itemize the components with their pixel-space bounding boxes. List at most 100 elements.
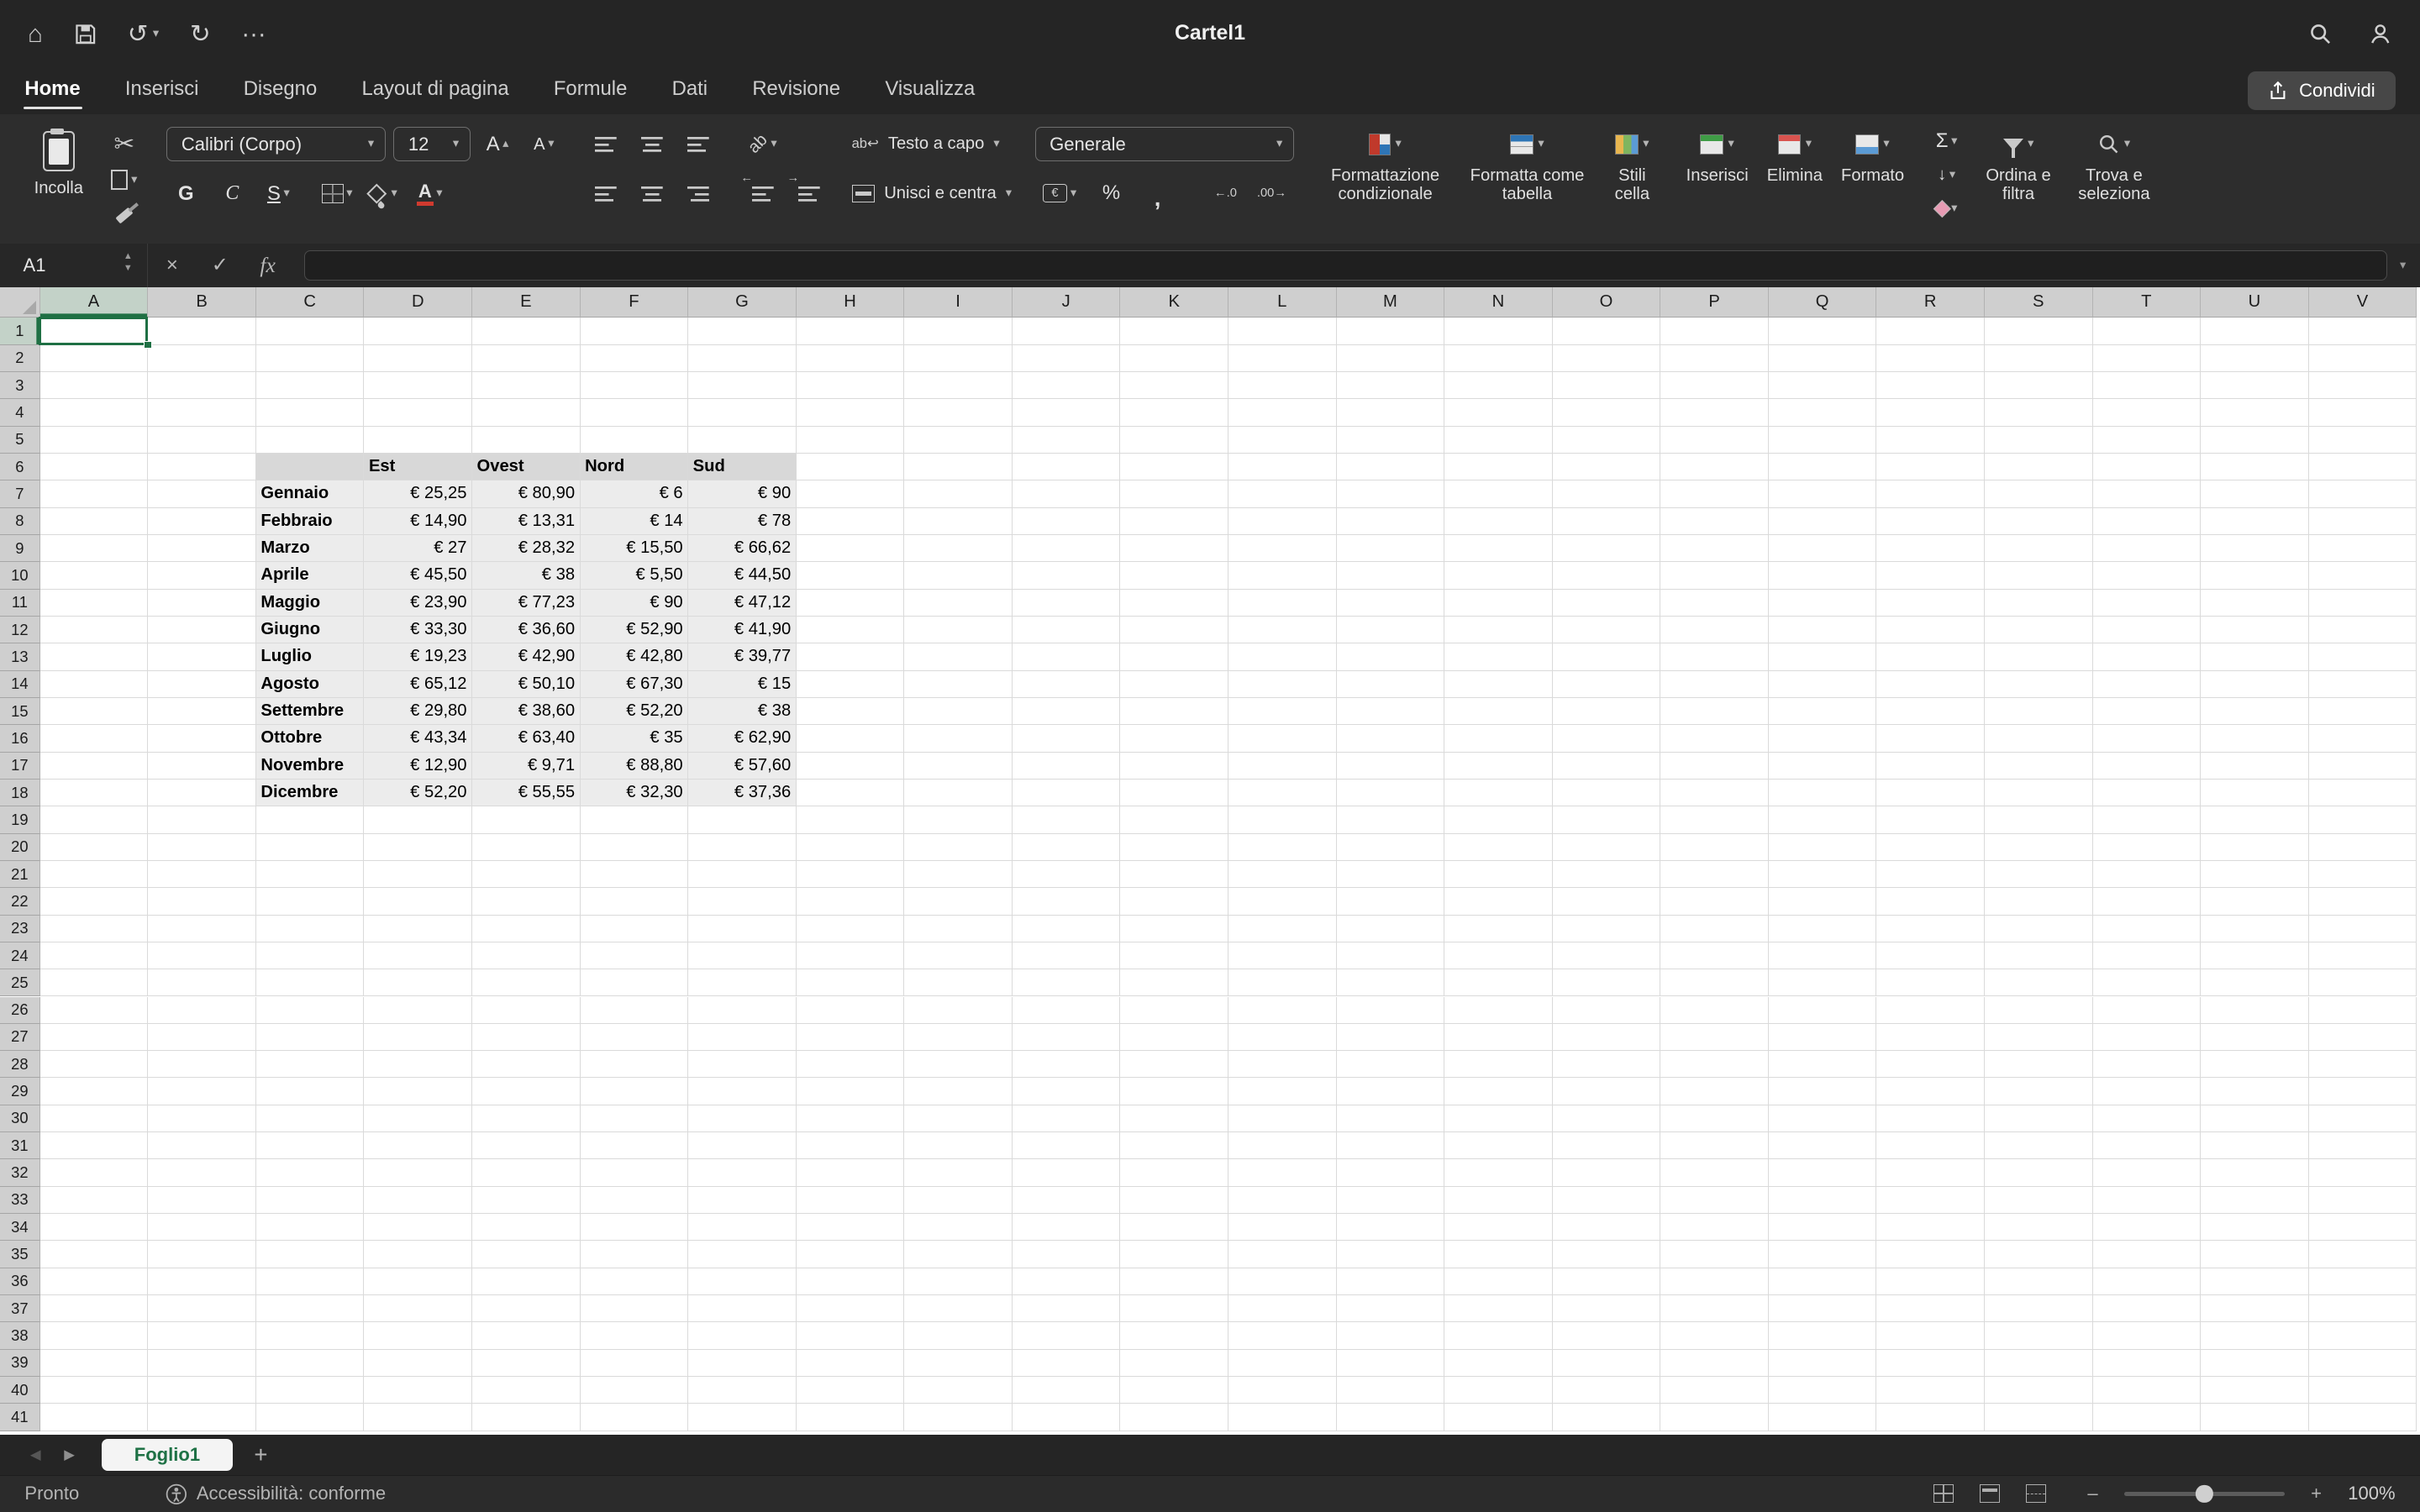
cell-F34[interactable] (581, 1214, 689, 1241)
row-header-39[interactable]: 39 (0, 1350, 40, 1377)
cell-L31[interactable] (1228, 1132, 1337, 1159)
cell-H25[interactable] (797, 969, 905, 996)
cell-P22[interactable] (1660, 888, 1769, 915)
copy-button[interactable]: ▾ (105, 164, 144, 197)
cell-M3[interactable] (1337, 372, 1445, 399)
cell-I11[interactable] (904, 590, 1013, 617)
row-header-22[interactable]: 22 (0, 888, 40, 915)
cell-K17[interactable] (1120, 753, 1228, 780)
cell-O14[interactable] (1553, 671, 1661, 698)
cell-D25[interactable] (364, 969, 472, 996)
cell-L35[interactable] (1228, 1241, 1337, 1268)
cell-G22[interactable] (688, 888, 797, 915)
cell-A25[interactable] (40, 969, 149, 996)
cell-N25[interactable] (1444, 969, 1553, 996)
cell-R17[interactable] (1876, 753, 1985, 780)
cell-G34[interactable] (688, 1214, 797, 1241)
cell-R37[interactable] (1876, 1295, 1985, 1322)
cell-R31[interactable] (1876, 1132, 1985, 1159)
cell-Q10[interactable] (1769, 562, 1877, 589)
tab-home[interactable]: Home (24, 68, 80, 114)
cell-M34[interactable] (1337, 1214, 1445, 1241)
cell-J6[interactable] (1013, 454, 1121, 480)
cell-O18[interactable] (1553, 780, 1661, 806)
cell-G25[interactable] (688, 969, 797, 996)
cell-M27[interactable] (1337, 1024, 1445, 1051)
cell-C27[interactable] (256, 1024, 365, 1051)
cell-F17[interactable]: € 88,80 (581, 753, 689, 780)
cell-G23[interactable] (688, 916, 797, 942)
cell-U3[interactable] (2201, 372, 2309, 399)
cell-B15[interactable] (148, 698, 256, 725)
cell-C6[interactable] (256, 454, 365, 480)
cell-D26[interactable] (364, 997, 472, 1024)
cell-J41[interactable] (1013, 1404, 1121, 1431)
cell-B36[interactable] (148, 1268, 256, 1295)
cell-A13[interactable] (40, 643, 149, 670)
cell-D27[interactable] (364, 1024, 472, 1051)
cell-F9[interactable]: € 15,50 (581, 535, 689, 562)
cell-Q22[interactable] (1769, 888, 1877, 915)
cell-J7[interactable] (1013, 480, 1121, 507)
insert-function-button[interactable]: fx (244, 253, 292, 278)
cell-G29[interactable] (688, 1078, 797, 1105)
cell-E6[interactable]: Ovest (472, 454, 581, 480)
cell-Q20[interactable] (1769, 834, 1877, 861)
cell-N38[interactable] (1444, 1322, 1553, 1349)
cell-H11[interactable] (797, 590, 905, 617)
cell-M13[interactable] (1337, 643, 1445, 670)
cell-F40[interactable] (581, 1377, 689, 1404)
column-header-R[interactable]: R (1876, 287, 1985, 318)
cell-N26[interactable] (1444, 997, 1553, 1024)
cell-K10[interactable] (1120, 562, 1228, 589)
cell-J24[interactable] (1013, 942, 1121, 969)
cell-M4[interactable] (1337, 399, 1445, 426)
cell-L34[interactable] (1228, 1214, 1337, 1241)
cell-V31[interactable] (2309, 1132, 2417, 1159)
row-header-28[interactable]: 28 (0, 1051, 40, 1078)
row-header-20[interactable]: 20 (0, 834, 40, 861)
cell-J22[interactable] (1013, 888, 1121, 915)
cell-R11[interactable] (1876, 590, 1985, 617)
cell-O15[interactable] (1553, 698, 1661, 725)
cell-H30[interactable] (797, 1105, 905, 1132)
cell-C40[interactable] (256, 1377, 365, 1404)
cell-L36[interactable] (1228, 1268, 1337, 1295)
cell-Q16[interactable] (1769, 725, 1877, 752)
cell-M9[interactable] (1337, 535, 1445, 562)
cell-T22[interactable] (2093, 888, 2202, 915)
cell-I4[interactable] (904, 399, 1013, 426)
cell-P23[interactable] (1660, 916, 1769, 942)
cell-N27[interactable] (1444, 1024, 1553, 1051)
cell-U14[interactable] (2201, 671, 2309, 698)
cell-P13[interactable] (1660, 643, 1769, 670)
cell-L40[interactable] (1228, 1377, 1337, 1404)
cell-R34[interactable] (1876, 1214, 1985, 1241)
cell-L12[interactable] (1228, 617, 1337, 643)
cell-P18[interactable] (1660, 780, 1769, 806)
row-header-41[interactable]: 41 (0, 1404, 40, 1431)
cell-J3[interactable] (1013, 372, 1121, 399)
cell-T10[interactable] (2093, 562, 2202, 589)
cell-G3[interactable] (688, 372, 797, 399)
cell-F14[interactable]: € 67,30 (581, 671, 689, 698)
cell-F38[interactable] (581, 1322, 689, 1349)
cell-D11[interactable]: € 23,90 (364, 590, 472, 617)
cell-N32[interactable] (1444, 1159, 1553, 1186)
increase-indent-button[interactable]: → (790, 177, 829, 210)
cell-M28[interactable] (1337, 1051, 1445, 1078)
cell-K31[interactable] (1120, 1132, 1228, 1159)
formula-input[interactable] (304, 250, 2388, 281)
cell-V23[interactable] (2309, 916, 2417, 942)
column-header-F[interactable]: F (581, 287, 689, 318)
cell-R23[interactable] (1876, 916, 1985, 942)
cell-T15[interactable] (2093, 698, 2202, 725)
column-header-M[interactable]: M (1337, 287, 1445, 318)
cell-N28[interactable] (1444, 1051, 1553, 1078)
cell-S34[interactable] (1985, 1214, 2093, 1241)
cell-S3[interactable] (1985, 372, 2093, 399)
cell-P2[interactable] (1660, 345, 1769, 372)
column-header-L[interactable]: L (1228, 287, 1337, 318)
cell-N1[interactable] (1444, 318, 1553, 344)
cell-A27[interactable] (40, 1024, 149, 1051)
